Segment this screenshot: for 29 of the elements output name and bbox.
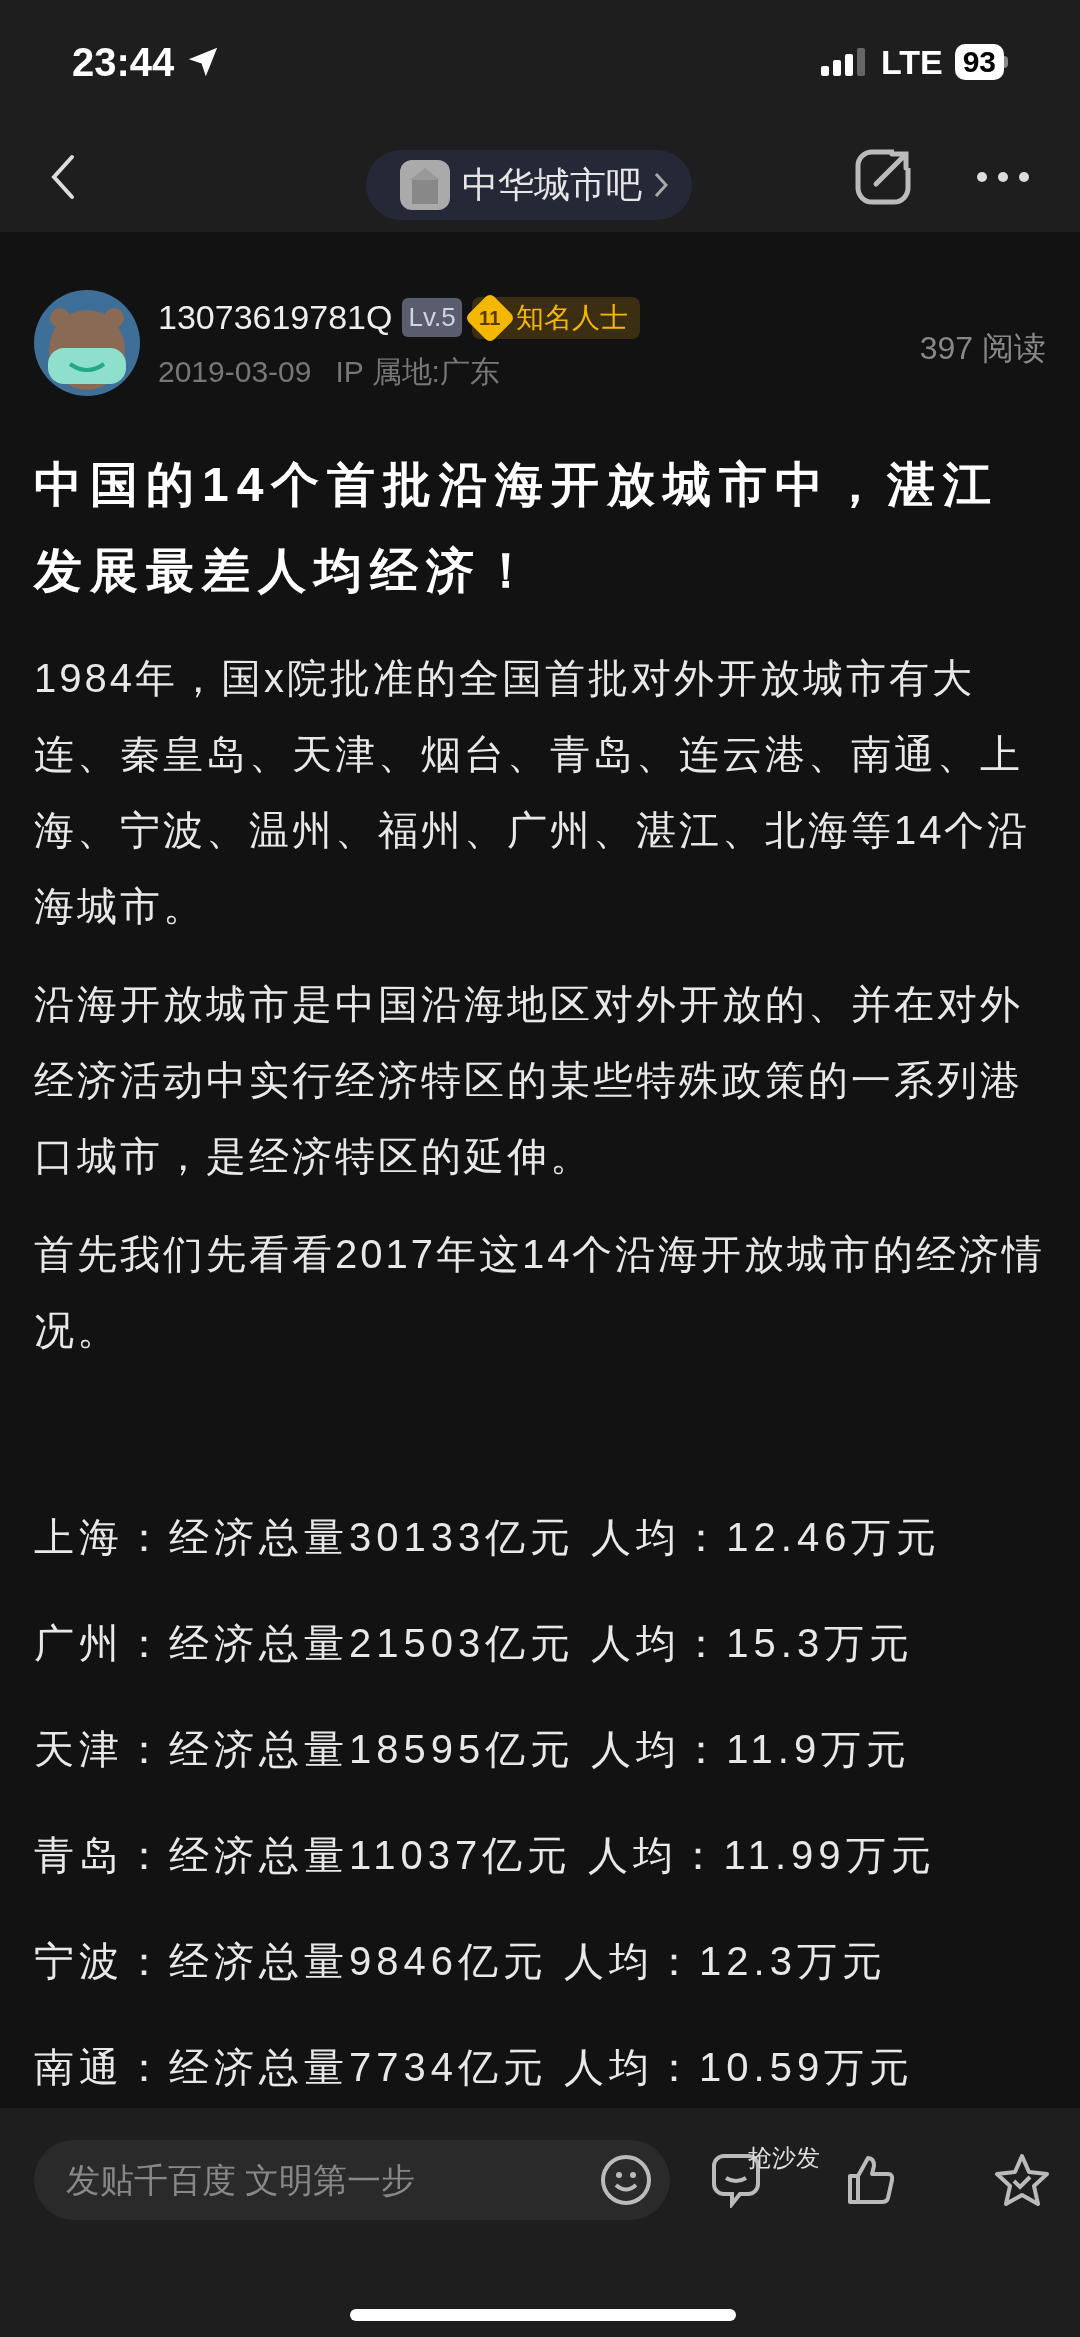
read-count: 397 阅读	[919, 329, 1046, 368]
post-title: 中国的14个首批沿海开放城市中，湛江发展最差人均经济！	[34, 457, 1001, 599]
city-stat-line: 青岛：经济总量11037亿元 人均：11.99万元	[34, 1832, 937, 1879]
author-name[interactable]: 13073619781Q	[158, 292, 393, 343]
ip-location: IP 属地:广东	[335, 354, 500, 390]
forum-link[interactable]: 中华城市吧	[366, 150, 692, 220]
avatar[interactable]	[34, 290, 140, 396]
paragraph: 首先我们先看看2017年这14个沿海开放城市的经济情况。	[34, 1231, 1046, 1354]
city-stat-line: 天津：经济总量18595亿元 人均：11.9万元	[34, 1726, 913, 1773]
chevron-right-icon	[654, 172, 668, 198]
level-badge: Lv.5	[402, 298, 462, 337]
paragraph: 沿海开放城市是中国沿海地区对外开放的、并在对外经济活动中实行经济特区的某些特殊政策的一系列港口城市，是经济特区的延伸。	[34, 981, 1024, 1180]
favorite-star-icon[interactable]	[994, 2153, 1050, 2207]
share-icon[interactable]	[854, 148, 912, 206]
paragraph: 1984年，国x院批准的全国首批对外开放城市有大连、秦皇岛、天津、烟台、青岛、连云港、南通、上海、宁波、温州、福州、广州、湛江、北海等14个沿海城市。	[34, 655, 1032, 930]
comment-field[interactable]: 发贴千百度 文明第一步	[34, 2140, 670, 2220]
sofa-label: 抢沙发	[748, 2143, 820, 2173]
network-label: LTE	[880, 41, 943, 83]
clock-time: 23:44	[72, 39, 175, 86]
thumbs-up-icon[interactable]	[846, 2154, 896, 2206]
emoji-icon[interactable]	[600, 2154, 652, 2206]
city-stat-line: 南通：经济总量7734亿元 人均：10.59万元	[34, 2044, 916, 2091]
city-stat-line: 宁波：经济总量9846亿元 人均：12.3万元	[34, 1938, 888, 1985]
post-date: 2019-03-09	[158, 354, 312, 390]
city-stat-line: 广州：经济总量21503亿元 人均：15.3万元	[34, 1620, 916, 1667]
forum-logo-icon	[400, 160, 450, 210]
more-icon[interactable]	[976, 171, 1030, 183]
back-icon[interactable]	[50, 153, 76, 201]
city-stat-line: 上海：经济总量30133亿元 人均：12.46万元	[34, 1514, 943, 1561]
